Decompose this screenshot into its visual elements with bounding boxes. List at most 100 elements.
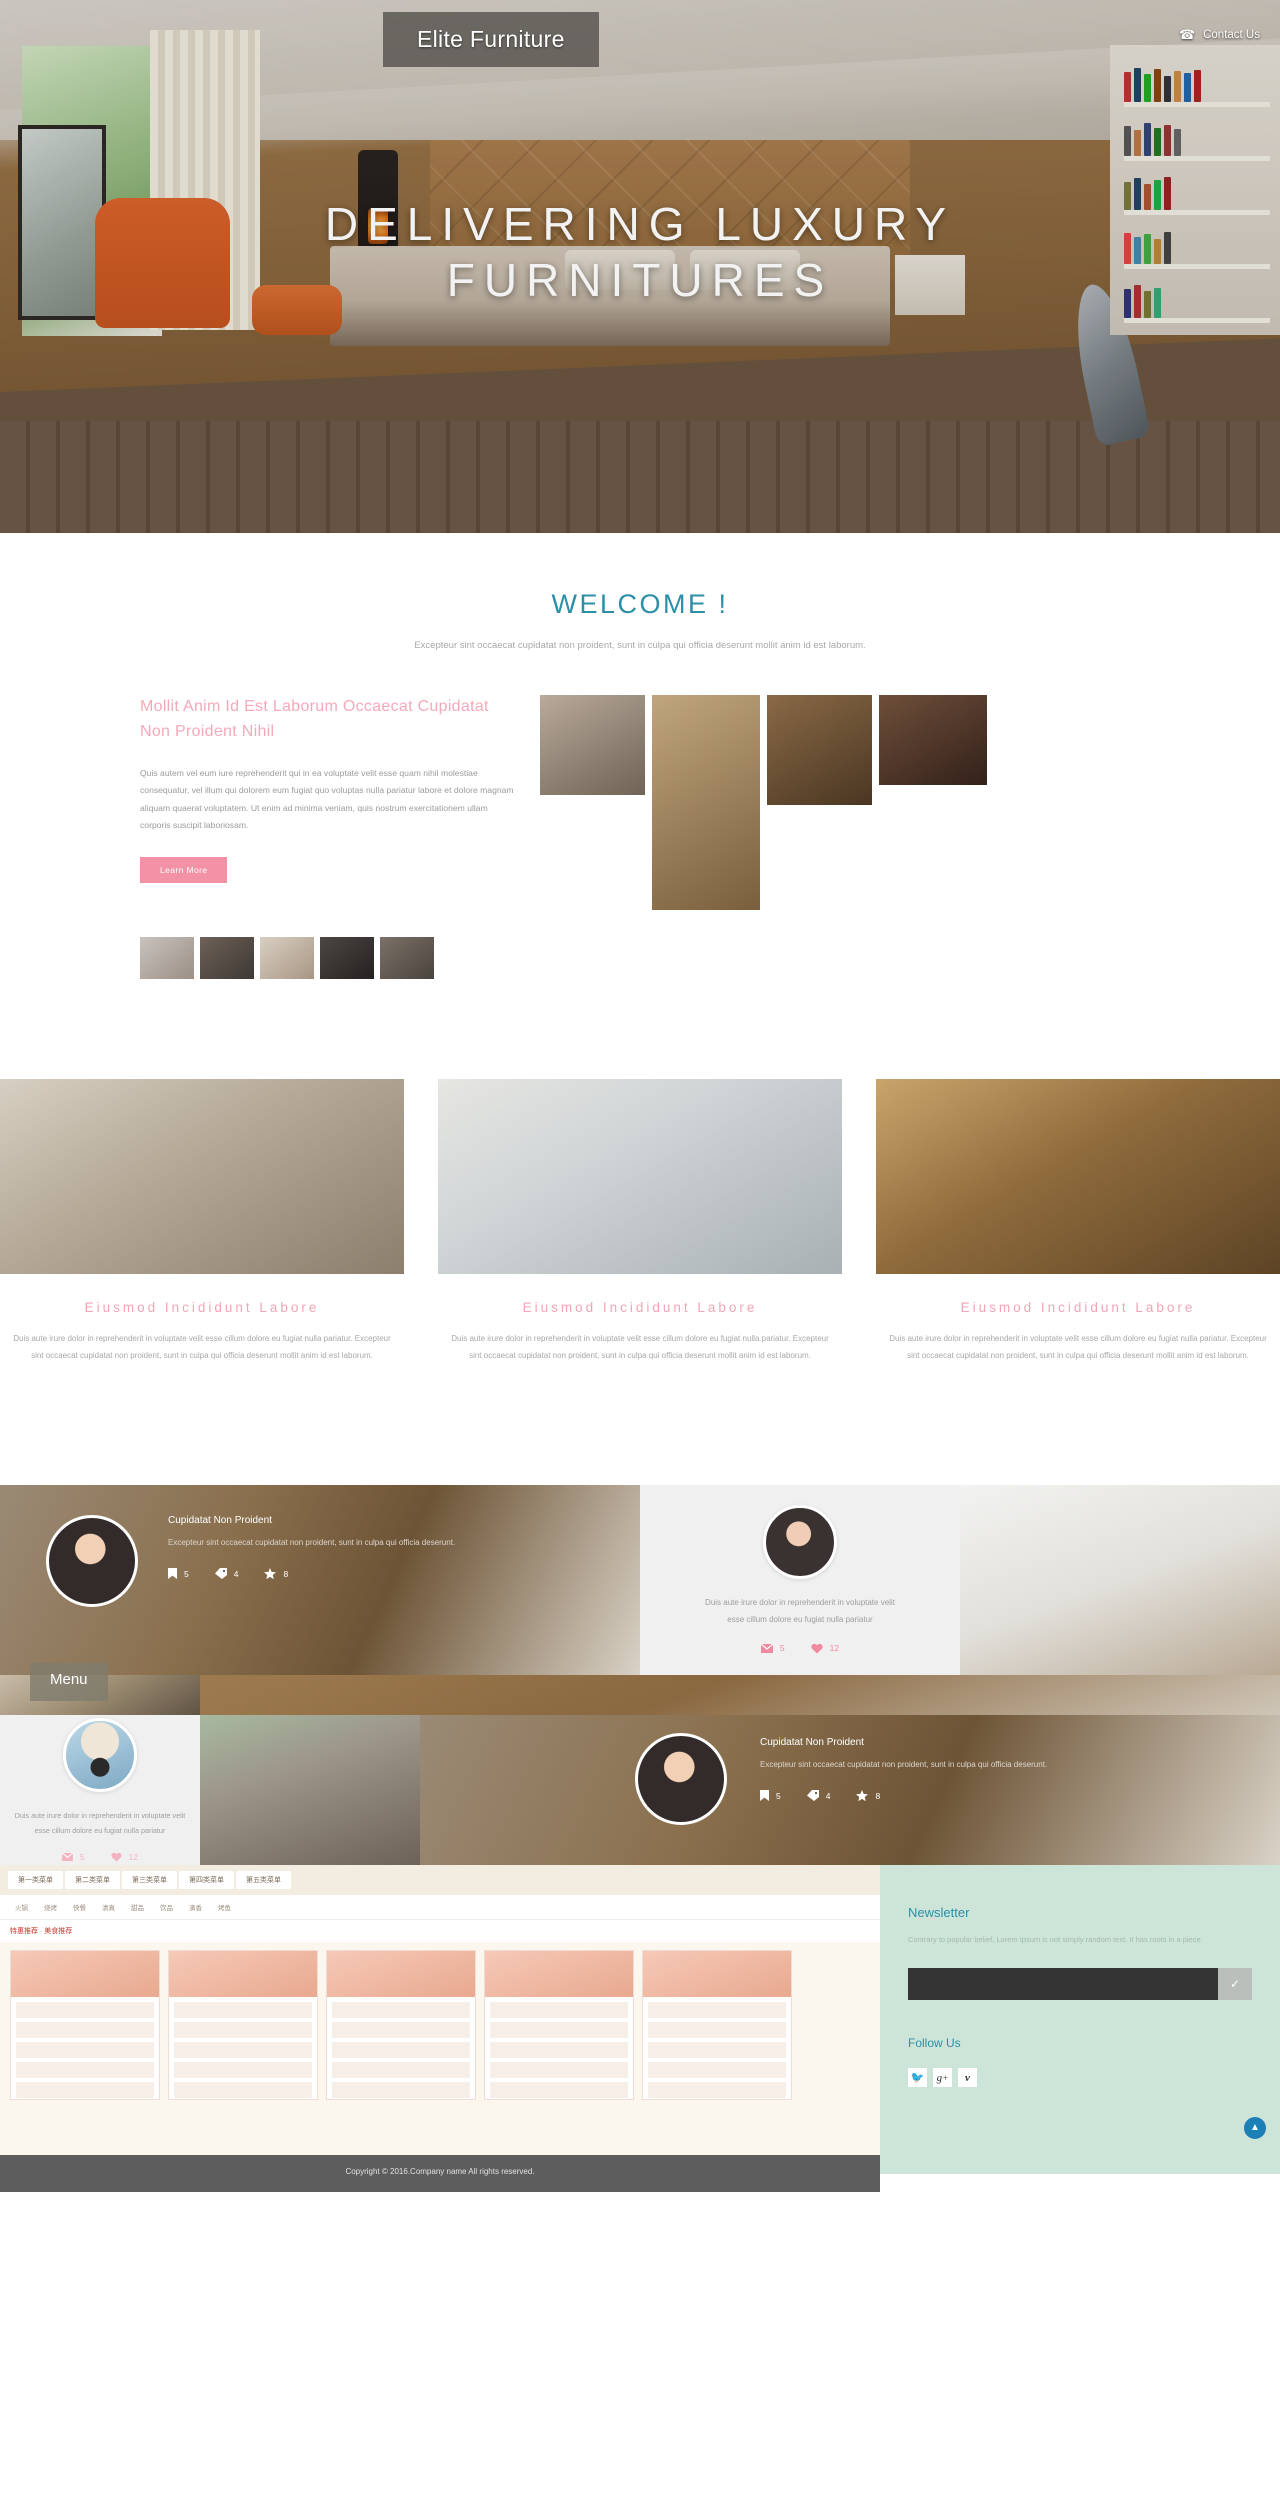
site-logo[interactable]: Elite Furniture — [383, 12, 599, 67]
menu-subtab[interactable]: 甜品 — [124, 1899, 151, 1915]
menu-subtab[interactable]: 滴香 — [182, 1899, 209, 1915]
post-image-bedroom[interactable] — [200, 1674, 1280, 1715]
post-text: Excepteur sint occaecat cupidatat non pr… — [760, 1759, 1048, 1769]
stat-star[interactable]: 8 — [856, 1790, 880, 1802]
menu-subtab[interactable]: 火锅 — [8, 1899, 35, 1915]
post-card-dark[interactable]: Cupidatat Non Proident Excepteur sint oc… — [420, 1714, 1280, 1865]
menu-subtab[interactable]: 清真 — [95, 1899, 122, 1915]
welcome-left-paragraph: Quis autem vel eum iure reprehenderit qu… — [140, 767, 514, 831]
feature-text: Duis aute irure dolor in reprehenderit i… — [13, 1334, 391, 1360]
menu-subtab[interactable]: 烤鱼 — [211, 1899, 238, 1915]
envelope-icon — [61, 1852, 73, 1861]
posts-row-third: Duis aute irure dolor in reprehenderit i… — [0, 1714, 1280, 1865]
hero-title-line-2: FURNITURES — [446, 254, 834, 307]
thumbnail-strip — [140, 937, 520, 980]
menu-card[interactable] — [10, 1949, 160, 2100]
stat-tag[interactable]: 4 — [806, 1790, 830, 1802]
welcome-subtitle: Excepteur sint occaecat cupidatat non pr… — [414, 640, 866, 651]
thumbnail-item[interactable] — [380, 937, 434, 980]
post-text: Excepteur sint occaecat cupidatat non pr… — [168, 1537, 456, 1547]
stat-bookmark[interactable]: 5 — [760, 1790, 781, 1802]
posts-row-top: Cupidatat Non Proident Excepteur sint oc… — [0, 1484, 1280, 1675]
menu-card[interactable] — [484, 1949, 634, 2100]
post-text: Duis aute irure dolor in reprehenderit i… — [705, 1598, 895, 1625]
stat-star[interactable]: 8 — [264, 1568, 288, 1580]
stat-envelope[interactable]: 5 — [61, 1852, 85, 1862]
menu-card[interactable] — [326, 1949, 476, 2100]
feature-title: Eiusmod Incididunt Labore — [522, 1300, 758, 1316]
features-row: Eiusmod Incididunt Labore Duis aute irur… — [0, 1079, 1280, 1375]
gallery-image[interactable] — [879, 695, 987, 785]
post-card-white[interactable]: Duis aute irure dolor in reprehenderit i… — [640, 1484, 960, 1675]
stat-envelope[interactable]: 5 — [760, 1643, 785, 1653]
features-section: Eiusmod Incididunt Labore Duis aute irur… — [0, 1049, 1280, 1415]
post-image-patio[interactable] — [200, 1714, 420, 1865]
learn-more-button[interactable]: Learn More — [140, 857, 228, 884]
menu-card[interactable] — [642, 1949, 792, 2100]
avatar — [763, 1505, 837, 1580]
feature-text: Duis aute irure dolor in reprehenderit i… — [889, 1334, 1267, 1360]
envelope-icon — [760, 1643, 773, 1653]
heart-icon — [810, 1643, 823, 1654]
newsletter-email-input[interactable] — [908, 1968, 1218, 2001]
feature-card: Eiusmod Incididunt Labore Duis aute irur… — [0, 1079, 404, 1365]
menu-tab[interactable]: 第三类菜单 — [122, 1870, 177, 1889]
contact-us-link[interactable]: ☎ Contact Us — [1179, 27, 1260, 43]
menu-subtab[interactable]: 烧烤 — [37, 1899, 64, 1915]
menu-subbar: 火锅 烧烤 快餐 清真 甜品 饮品 滴香 烤鱼 — [0, 1894, 880, 1920]
posts-mosaic: Cupidatat Non Proident Excepteur sint oc… — [0, 1484, 1280, 1865]
bottom-section: 第一类菜单 第二类菜单 第三类菜单 第四类菜单 第五类菜单 火锅 烧烤 快餐 清… — [0, 1864, 1280, 2155]
stat-heart[interactable]: 12 — [810, 1643, 839, 1654]
menu-subtab[interactable]: 饮品 — [153, 1899, 180, 1915]
feature-image[interactable] — [876, 1079, 1280, 1275]
post-stats: 5 12 — [61, 1852, 138, 1862]
stat-tag[interactable]: 4 — [214, 1568, 238, 1580]
menu-tab[interactable]: 第一类菜单 — [8, 1870, 63, 1889]
avatar — [46, 1514, 138, 1607]
star-icon — [264, 1568, 277, 1580]
welcome-section: WELCOME ! Excepteur sint occaecat cupida… — [0, 533, 1280, 1050]
menu-tab[interactable]: 第五类菜单 — [236, 1870, 291, 1889]
menu-tab[interactable]: 第二类菜单 — [65, 1870, 120, 1889]
menu-promo-text: 特惠推荐 · 美食推荐 — [0, 1919, 880, 1942]
thumbnail-item[interactable] — [140, 937, 194, 980]
feature-card: Eiusmod Incididunt Labore Duis aute irur… — [438, 1079, 842, 1365]
welcome-text-column: Mollit Anim Id Est Laborum Occaecat Cupi… — [140, 695, 520, 980]
feature-image[interactable] — [0, 1079, 404, 1275]
menu-button[interactable]: Menu — [30, 1662, 108, 1701]
gallery-image[interactable] — [652, 695, 760, 910]
vimeo-icon[interactable]: v — [958, 2068, 977, 2088]
post-title: Cupidatat Non Proident — [760, 1736, 864, 1748]
google-plus-icon[interactable]: g + — [933, 2068, 952, 2088]
avatar — [635, 1732, 727, 1825]
feature-image[interactable] — [438, 1079, 842, 1275]
gallery-image[interactable] — [540, 695, 645, 795]
page-root: Elite Furniture ☎ Contact Us DELIVERING … — [0, 0, 1280, 2192]
thumbnail-item[interactable] — [320, 937, 374, 980]
post-card-white[interactable]: Duis aute irure dolor in reprehenderit i… — [0, 1714, 200, 1865]
feature-text: Duis aute irure dolor in reprehenderit i… — [451, 1334, 829, 1360]
bookmark-icon — [760, 1790, 769, 1802]
menu-tab[interactable]: 第四类菜单 — [179, 1870, 234, 1889]
stat-heart[interactable]: 12 — [111, 1852, 138, 1862]
footer-copyright: Copyright © 2016.Company name All rights… — [0, 2154, 880, 2192]
newsletter-submit-button[interactable]: ✓ — [1218, 1968, 1252, 2001]
menu-subtab[interactable]: 快餐 — [66, 1899, 93, 1915]
post-stats: 5 4 8 — [760, 1790, 1180, 1802]
menu-card[interactable] — [168, 1949, 318, 2100]
thumbnail-item[interactable] — [260, 937, 314, 980]
post-card-dark[interactable]: Cupidatat Non Proident Excepteur sint oc… — [0, 1484, 640, 1675]
stat-bookmark[interactable]: 5 — [168, 1568, 189, 1580]
menu-showcase-image[interactable]: 第一类菜单 第二类菜单 第三类菜单 第四类菜单 第五类菜单 火锅 烧烤 快餐 清… — [0, 1864, 880, 2155]
feature-title: Eiusmod Incididunt Labore — [960, 1300, 1196, 1316]
stat-value: 12 — [128, 1851, 139, 1862]
posts-row-bottom — [0, 1674, 1280, 1715]
post-image-white-room[interactable] — [960, 1484, 1280, 1675]
tag-icon — [806, 1790, 819, 1802]
gallery-image[interactable] — [767, 695, 872, 805]
twitter-icon[interactable]: 🐦 — [908, 2068, 927, 2088]
welcome-left-heading: Mollit Anim Id Est Laborum Occaecat Cupi… — [140, 698, 489, 740]
thumbnail-item[interactable] — [200, 937, 254, 980]
hero-section: Elite Furniture ☎ Contact Us DELIVERING … — [0, 0, 1280, 533]
scroll-to-top-button[interactable]: ▲ — [1244, 2116, 1266, 2139]
